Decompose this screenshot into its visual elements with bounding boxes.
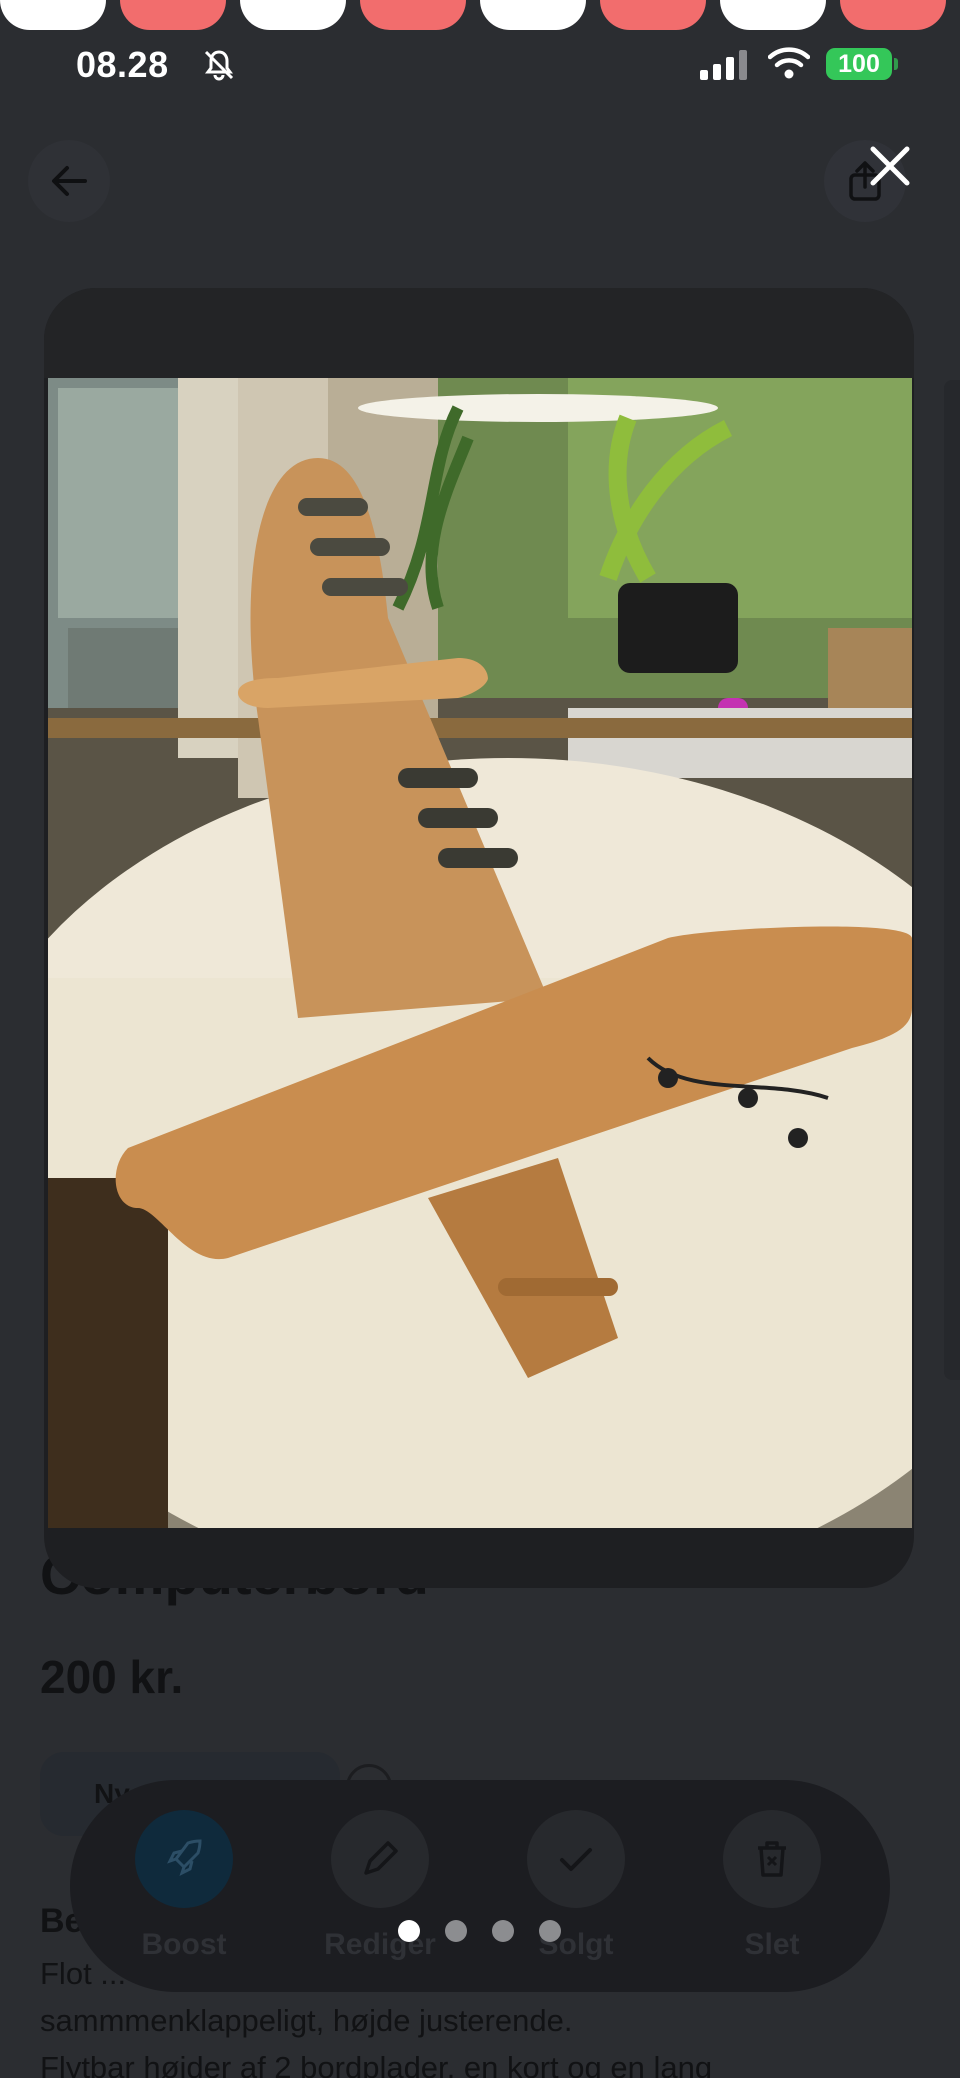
pager-dot-active[interactable] [398,1920,420,1942]
image-pager [398,1920,562,1944]
standing-desk-photo [48,378,912,1528]
listing-price: 200 kr. [40,1651,184,1703]
dynamic-island-dots [0,0,960,30]
wifi-icon [767,46,811,85]
pager-dot[interactable] [539,1920,561,1942]
boost-button[interactable]: Boost [104,1810,264,1962]
pager-dot[interactable] [492,1920,514,1942]
delete-button[interactable]: Slet [692,1810,852,1962]
bell-muted-icon [202,48,236,87]
pager-dot[interactable] [445,1920,467,1942]
description-line: sammmenklappeligt, højde justerende. [40,2003,573,2038]
delete-label: Slet [744,1928,800,1961]
pencil-icon [331,1810,429,1908]
viewer-top-strip [44,288,914,378]
description-line: Flytbar højder af 2 bordplader, en kort … [40,2050,713,2078]
check-icon [527,1810,625,1908]
next-image-peek[interactable] [944,380,960,1380]
status-bar: 08.28 100 [0,40,960,90]
battery-nub [894,58,898,70]
listing-photo[interactable] [48,378,912,1528]
close-icon [870,146,910,186]
battery-indicator: 100 [826,48,892,80]
close-viewer-button[interactable] [862,138,918,194]
back-button[interactable] [28,140,110,222]
action-bar: Boost Rediger Solgt Slet [70,1780,890,1992]
arrow-left-icon [52,166,87,196]
status-time: 08.28 [76,44,169,85]
trash-icon [723,1810,821,1908]
rocket-icon [135,1810,233,1908]
cell-signal-icon [700,50,752,85]
boost-label: Boost [141,1928,227,1961]
